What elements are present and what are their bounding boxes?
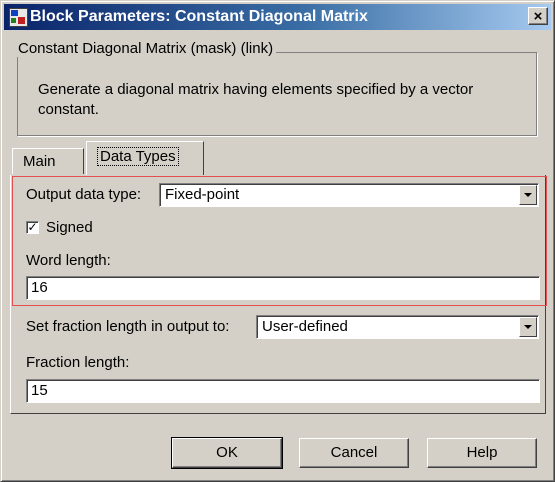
word-length-label: Word length:: [26, 252, 111, 269]
output-data-type-label: Output data type:: [26, 186, 142, 203]
chevron-down-icon[interactable]: [519, 317, 537, 337]
title-bar[interactable]: Block Parameters: Constant Diagonal Matr…: [4, 4, 551, 30]
output-data-type-select[interactable]: Fixed-point: [159, 183, 539, 207]
ok-button[interactable]: OK: [171, 437, 283, 469]
tab-main[interactable]: Main: [12, 148, 84, 174]
checkmark-icon: ✓: [27, 220, 38, 234]
help-button-label: Help: [466, 444, 498, 461]
cancel-button[interactable]: Cancel: [299, 438, 409, 468]
icon-part: [18, 17, 25, 24]
description-text: Generate a diagonal matrix having elemen…: [38, 81, 474, 118]
output-data-type-value: Fixed-point: [165, 186, 240, 203]
fraction-mode-select[interactable]: User-defined: [256, 315, 539, 339]
fraction-length-label: Fraction length:: [26, 354, 130, 371]
icon-part: [11, 18, 16, 23]
word-length-input[interactable]: 16: [26, 276, 540, 300]
tab-main-label: Main: [23, 153, 56, 170]
fraction-mode-value: User-defined: [262, 318, 348, 335]
simulink-block-icon[interactable]: [9, 8, 28, 27]
ok-button-label: OK: [216, 444, 238, 461]
chevron-down-icon[interactable]: [519, 185, 537, 205]
window-title: Block Parameters: Constant Diagonal Matr…: [30, 8, 368, 25]
cancel-button-label: Cancel: [330, 444, 378, 461]
signed-checkbox[interactable]: ✓: [26, 221, 39, 234]
fraction-mode-label: Set fraction length in output to:: [26, 318, 230, 335]
icon-part: [11, 10, 18, 16]
tab-data-types-label: Data Types: [97, 147, 179, 166]
close-icon: ×: [533, 8, 543, 25]
help-button[interactable]: Help: [427, 438, 537, 468]
group-title: Constant Diagonal Matrix (mask) (link): [15, 40, 277, 57]
signed-label: Signed: [46, 219, 93, 236]
tab-data-types[interactable]: Data Types: [86, 141, 204, 175]
fraction-length-input[interactable]: 15: [26, 379, 540, 403]
close-button[interactable]: ×: [528, 7, 548, 25]
